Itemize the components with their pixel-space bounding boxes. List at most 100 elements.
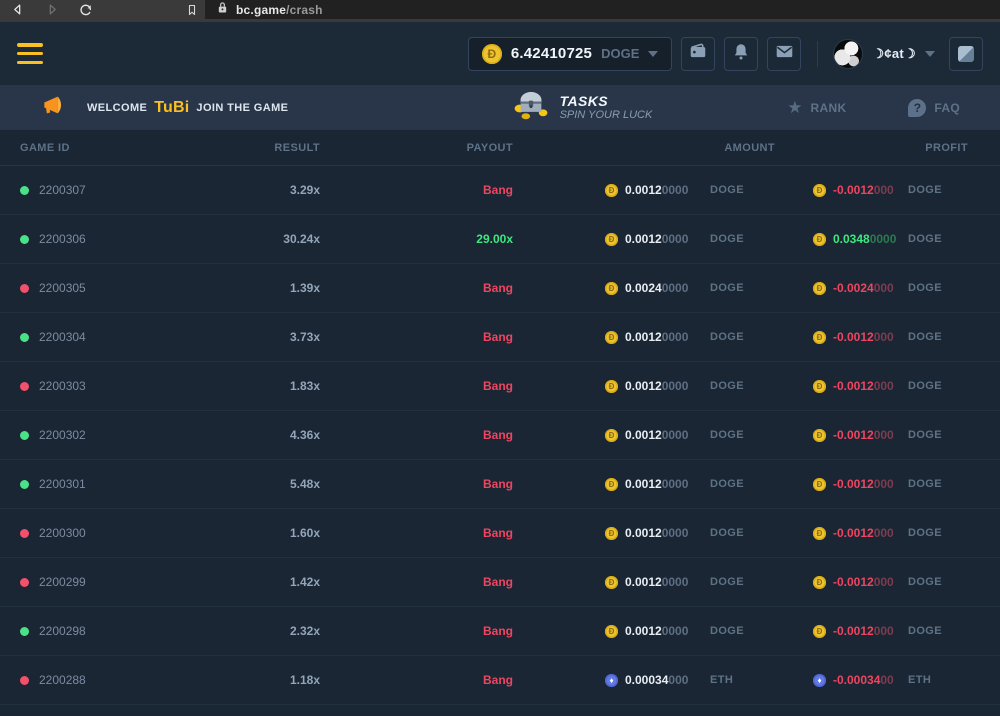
result-multiplier: 1.60x (200, 526, 320, 540)
chat-button[interactable] (949, 37, 983, 71)
divider (817, 41, 818, 67)
welcome-message: WELCOME TuBi JOIN THE GAME (87, 99, 288, 117)
amount-coin-icon: Đ (605, 331, 618, 344)
forward-arrow-icon[interactable] (43, 1, 61, 19)
amount-currency: DOGE (710, 331, 744, 343)
address-bar[interactable]: bc.game/crash (205, 0, 1000, 19)
chat-icon (958, 46, 974, 62)
result-multiplier: 4.36x (200, 428, 320, 442)
amount-coin-icon: Đ (605, 576, 618, 589)
amount-value: 0.00120000 (625, 428, 710, 442)
column-game-id: GAME ID (20, 142, 200, 154)
table-row[interactable]: 2200304 3.73x Bang Đ 0.00120000 DOGE Đ -… (0, 313, 1000, 362)
treasure-chest-icon (512, 89, 550, 126)
table-row[interactable]: 2200307 3.29x Bang Đ 0.00120000 DOGE Đ -… (0, 166, 1000, 215)
profit-value: -0.0012000 (833, 624, 908, 638)
promo-banner: WELCOME TuBi JOIN THE GAME TASKS SPIN YO… (0, 85, 1000, 130)
tasks-button[interactable]: TASKS SPIN YOUR LUCK (512, 89, 653, 126)
user-menu[interactable]: ☽¢at☽ (833, 39, 935, 69)
table-row[interactable]: 2200305 1.39x Bang Đ 0.00240000 DOGE Đ -… (0, 264, 1000, 313)
payout-value: 29.00x (320, 232, 513, 246)
profit-value: -0.0012000 (833, 428, 908, 442)
amount-value: 0.00034000 (625, 673, 710, 687)
profit-coin-icon: Đ (813, 527, 826, 540)
amount-value: 0.00120000 (625, 624, 710, 638)
hamburger-menu-icon[interactable] (17, 43, 43, 64)
game-id: 2200288 (39, 673, 86, 687)
status-dot (20, 480, 29, 489)
megaphone-icon (40, 95, 62, 120)
result-multiplier: 1.42x (200, 575, 320, 589)
profit-currency: DOGE (908, 625, 942, 637)
game-history-table: GAME ID RESULT PAYOUT AMOUNT PROFIT 2200… (0, 130, 1000, 705)
notifications-button[interactable] (724, 37, 758, 71)
profit-coin-icon: Đ (813, 625, 826, 638)
tasks-title: TASKS (560, 93, 653, 110)
tasks-subtitle: SPIN YOUR LUCK (560, 109, 653, 122)
profit-value: -0.0012000 (833, 477, 908, 491)
back-arrow-icon[interactable] (8, 1, 26, 19)
result-multiplier: 1.39x (200, 281, 320, 295)
amount-coin-icon: Đ (605, 184, 618, 197)
status-dot (20, 333, 29, 342)
result-multiplier: 1.18x (200, 673, 320, 687)
amount-coin-icon: Đ (605, 478, 618, 491)
result-multiplier: 3.73x (200, 330, 320, 344)
amount-currency: DOGE (710, 527, 744, 539)
status-dot (20, 186, 29, 195)
game-id: 2200303 (39, 379, 86, 393)
table-row[interactable]: 2200302 4.36x Bang Đ 0.00120000 DOGE Đ -… (0, 411, 1000, 460)
game-id: 2200304 (39, 330, 86, 344)
amount-currency: DOGE (710, 184, 744, 196)
status-dot (20, 235, 29, 244)
doge-coin-icon: Đ (482, 44, 502, 64)
amount-currency: DOGE (710, 429, 744, 441)
amount-currency: ETH (710, 674, 733, 686)
result-multiplier: 5.48x (200, 477, 320, 491)
table-row[interactable]: 2200288 1.18x Bang ♦ 0.00034000 ETH ♦ -0… (0, 656, 1000, 705)
messages-button[interactable] (767, 37, 801, 71)
refresh-icon[interactable] (77, 1, 95, 19)
game-id: 2200300 (39, 526, 86, 540)
profit-value: -0.0012000 (833, 575, 908, 589)
amount-coin-icon: Đ (605, 429, 618, 442)
status-dot (20, 676, 29, 685)
amount-value: 0.00120000 (625, 575, 710, 589)
table-row[interactable]: 2200306 30.24x 29.00x Đ 0.00120000 DOGE … (0, 215, 1000, 264)
bookmark-icon[interactable] (183, 1, 201, 19)
profit-currency: DOGE (908, 527, 942, 539)
game-id: 2200306 (39, 232, 86, 246)
table-row[interactable]: 2200299 1.42x Bang Đ 0.00120000 DOGE Đ -… (0, 558, 1000, 607)
star-icon: ★ (787, 99, 802, 116)
table-row[interactable]: 2200301 5.48x Bang Đ 0.00120000 DOGE Đ -… (0, 460, 1000, 509)
profit-value: 0.03480000 (833, 232, 908, 246)
table-row[interactable]: 2200300 1.60x Bang Đ 0.00120000 DOGE Đ -… (0, 509, 1000, 558)
welcome-username: TuBi (154, 99, 189, 117)
profit-value: -0.0012000 (833, 183, 908, 197)
profit-currency: DOGE (908, 380, 942, 392)
amount-value: 0.00120000 (625, 232, 710, 246)
profit-currency: DOGE (908, 576, 942, 588)
profit-coin-icon: ♦ (813, 674, 826, 687)
payout-value: Bang (320, 379, 513, 393)
amount-value: 0.00120000 (625, 183, 710, 197)
profit-currency: DOGE (908, 429, 942, 441)
result-multiplier: 3.29x (200, 183, 320, 197)
payout-value: Bang (320, 183, 513, 197)
table-row[interactable]: 2200303 1.83x Bang Đ 0.00120000 DOGE Đ -… (0, 362, 1000, 411)
profit-currency: DOGE (908, 233, 942, 245)
amount-coin-icon: Đ (605, 380, 618, 393)
wallet-icon (689, 43, 707, 64)
balance-selector[interactable]: Đ 6.42410725 DOGE (468, 37, 673, 71)
profit-value: -0.0003400 (833, 673, 908, 687)
table-row[interactable]: 2200298 2.32x Bang Đ 0.00120000 DOGE Đ -… (0, 607, 1000, 656)
table-header: GAME ID RESULT PAYOUT AMOUNT PROFIT (0, 130, 1000, 166)
status-dot (20, 382, 29, 391)
rank-button[interactable]: ★ RANK (787, 99, 846, 116)
amount-coin-icon: Đ (605, 233, 618, 246)
game-id: 2200302 (39, 428, 86, 442)
status-dot (20, 627, 29, 636)
faq-button[interactable]: ? FAQ (908, 99, 960, 117)
wallet-button[interactable] (681, 37, 715, 71)
profit-coin-icon: Đ (813, 478, 826, 491)
